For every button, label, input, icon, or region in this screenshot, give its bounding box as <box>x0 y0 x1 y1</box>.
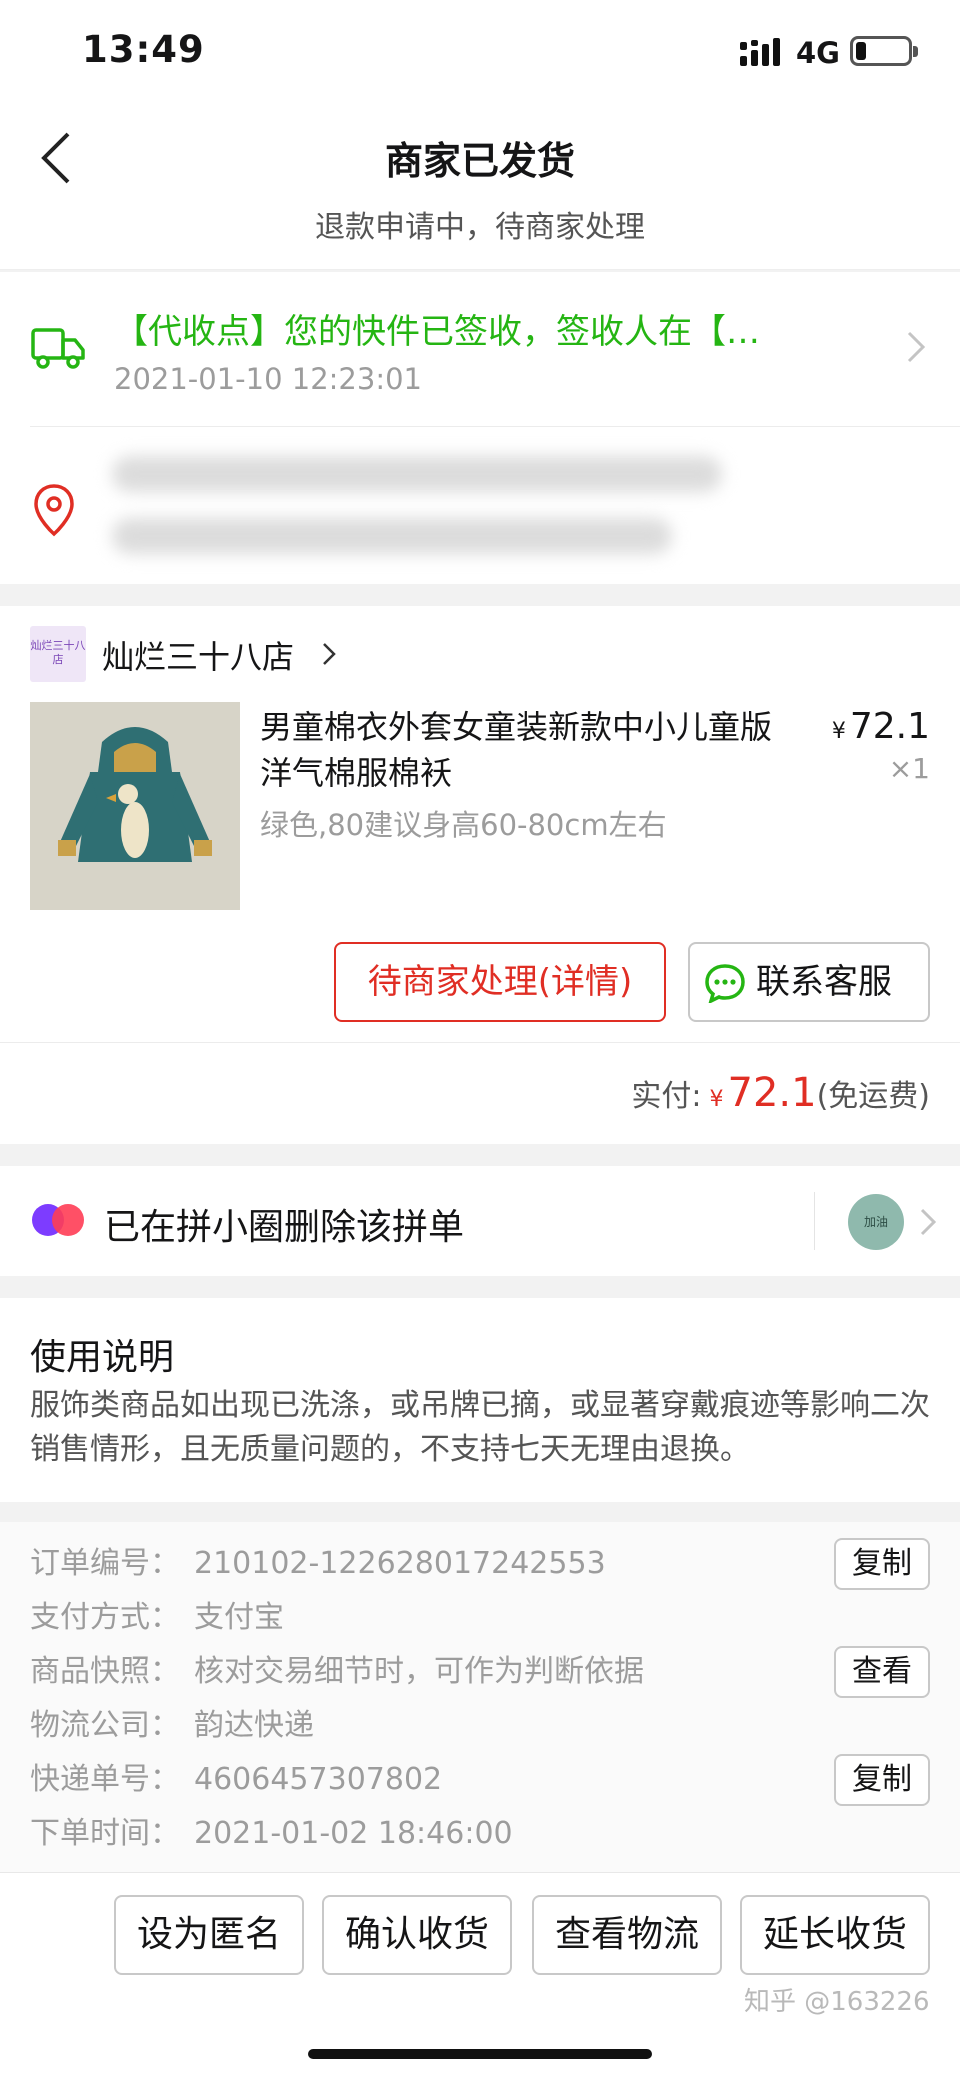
extend-receipt-button[interactable]: 延长收货 <box>740 1895 930 1975</box>
set-anonymous-button[interactable]: 设为匿名 <box>114 1895 304 1975</box>
pending-merchant-details-button[interactable]: 待商家处理(详情) <box>334 942 666 1022</box>
chat-bubble-icon <box>705 964 745 1003</box>
paid-currency: ¥ <box>709 1087 724 1112</box>
divider <box>0 1042 960 1043</box>
copy-tracking-button[interactable]: 复制 <box>834 1754 930 1806</box>
address-redacted-line <box>112 518 672 554</box>
divider <box>30 426 960 427</box>
store-logo: 灿烂三十八店 <box>30 626 86 682</box>
location-pin-icon <box>34 484 74 537</box>
logistics-status: 【代收点】您的快件已签收，签收人在【… <box>114 312 760 352</box>
nav-header: 商家已发货 退款申请中，待商家处理 <box>0 106 960 270</box>
network-type: 4G <box>796 36 840 70</box>
circle-logo-icon <box>32 1204 84 1236</box>
view-snapshot-button[interactable]: 查看 <box>834 1646 930 1698</box>
courier-row: 物流公司： 韵达快递 <box>30 1708 314 1743</box>
notes-title: 使用说明 <box>30 1337 175 1378</box>
shipping-note: (免运费) <box>816 1079 930 1114</box>
paid-amount: 72.1 <box>727 1070 817 1116</box>
logistics-section[interactable]: 【代收点】您的快件已签收，签收人在【… 2021-01-10 12:23:01 <box>0 272 960 584</box>
copy-order-number-button[interactable]: 复制 <box>834 1538 930 1590</box>
jacket-illustration <box>30 702 240 910</box>
order-number: 210102-122628017242553 <box>194 1546 606 1581</box>
product-spec: 绿色,80建议身高60-80cm左右 <box>260 808 667 842</box>
paid-amount-row: 实付: ¥72.1(免运费) <box>631 1070 930 1116</box>
store-name[interactable]: 灿烂三十八店 <box>102 632 294 678</box>
logistics-time: 2021-01-10 12:23:01 <box>114 362 422 396</box>
tracking-number: 4606457307802 <box>194 1762 443 1797</box>
contact-service-button[interactable]: 联系客服 <box>688 942 930 1022</box>
chevron-right-icon[interactable] <box>322 642 336 666</box>
battery-icon <box>850 36 918 66</box>
address-redacted-line <box>112 456 722 492</box>
order-time-row: 下单时间： 2021-01-02 18:46:00 <box>30 1816 513 1851</box>
payment-method-row: 支付方式： 支付宝 <box>30 1600 284 1635</box>
confirm-receipt-button[interactable]: 确认收货 <box>322 1895 512 1975</box>
payment-method: 支付宝 <box>194 1600 284 1635</box>
signal-icon <box>740 38 780 66</box>
snapshot-desc: 核对交易细节时，可作为判断依据 <box>194 1654 644 1689</box>
chevron-right-icon <box>907 331 926 363</box>
avatar: 加油 <box>848 1194 904 1250</box>
status-bar: 13:49 4G <box>0 0 960 106</box>
pin-circle-row[interactable]: 已在拼小圈删除该拼单 加油 <box>0 1166 960 1276</box>
page-subtitle: 退款申请中，待商家处理 <box>315 210 645 245</box>
product-price: ¥72.1 <box>831 706 930 747</box>
chevron-right-icon <box>920 1208 936 1236</box>
tracking-row: 快递单号： 4606457307802 <box>30 1762 443 1797</box>
divider <box>814 1192 815 1250</box>
order-number-row: 订单编号： 210102-122628017242553 <box>30 1546 606 1581</box>
product-image[interactable] <box>30 702 240 910</box>
courier-company: 韵达快递 <box>194 1708 314 1743</box>
circle-text: 已在拼小圈删除该拼单 <box>104 1207 465 1248</box>
order-time: 2021-01-02 18:46:00 <box>194 1816 513 1851</box>
product-quantity: ×1 <box>888 752 930 785</box>
order-info: 订单编号： 210102-122628017242553 复制 支付方式： 支付宝 … <box>0 1522 960 1872</box>
page-title: 商家已发货 <box>384 139 575 183</box>
paid-label: 实付: <box>631 1079 702 1114</box>
product-card: 灿烂三十八店 灿烂三十八店 男童棉衣外套女童装新款中小儿童版洋气棉服棉袄 绿色,… <box>0 606 960 1144</box>
bottom-action-bar: 设为匿名 确认收货 查看物流 延长收货 知乎 @163226 <box>0 1872 960 2078</box>
status-time: 13:49 <box>82 28 205 71</box>
truck-icon <box>31 328 85 369</box>
snapshot-row: 商品快照： 核对交易细节时，可作为判断依据 <box>30 1654 644 1689</box>
usage-notes: 使用说明 服饰类商品如出现已洗涤，或吊牌已摘，或显著穿戴痕迹等影响二次销售情形，… <box>0 1298 960 1502</box>
contact-service-label: 联系客服 <box>756 962 892 1002</box>
watermark: 知乎 @163226 <box>744 1987 930 2017</box>
notes-body: 服饰类商品如出现已洗涤，或吊牌已摘，或显著穿戴痕迹等影响二次销售情形，且无质量问… <box>30 1388 930 1467</box>
home-indicator <box>308 2049 652 2059</box>
product-title[interactable]: 男童棉衣外套女童装新款中小儿童版洋气棉服棉袄 <box>260 704 800 796</box>
view-logistics-button[interactable]: 查看物流 <box>532 1895 722 1975</box>
